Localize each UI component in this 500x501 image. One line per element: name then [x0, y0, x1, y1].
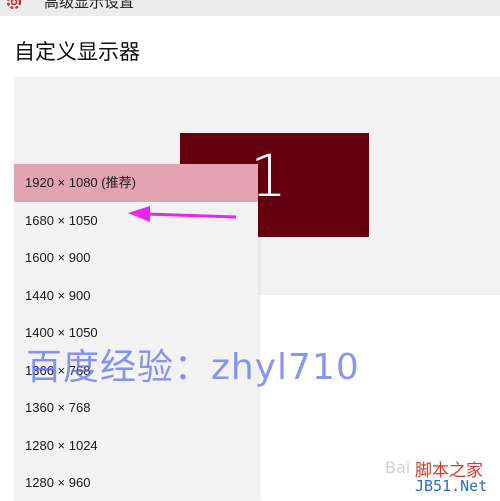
site-logo-line2: JB51.Net	[415, 477, 488, 495]
resolution-option[interactable]: 1280 × 1024	[14, 427, 258, 465]
baidu-paw-icon: Bai	[385, 458, 411, 477]
site-logo: Bai 脚本之家 JB51.Net	[385, 452, 497, 498]
window-title: 高级显示设置	[44, 0, 135, 11]
resolution-option[interactable]: 1680 × 1050	[14, 202, 258, 240]
resolution-option[interactable]: 1400 × 1050	[14, 314, 258, 352]
resolution-option[interactable]: 1366 × 768	[14, 352, 258, 390]
resolution-option[interactable]: 1600 × 900	[14, 239, 258, 277]
site-logo-line1: 脚本之家	[415, 461, 483, 481]
resolution-option[interactable]: 1360 × 768	[14, 389, 258, 427]
resolution-option[interactable]: 1440 × 900	[14, 277, 258, 315]
resolution-dropdown-list[interactable]: 1920 × 1080 (推荐) 1680 × 1050 1600 × 900 …	[14, 164, 258, 501]
resolution-option[interactable]: 1280 × 960	[14, 464, 258, 501]
title-bar: 高级显示设置	[0, 0, 500, 16]
page-title: 自定义显示器	[14, 40, 140, 64]
resolution-option[interactable]: 1920 × 1080 (推荐)	[14, 164, 258, 202]
gear-icon	[6, 0, 22, 10]
